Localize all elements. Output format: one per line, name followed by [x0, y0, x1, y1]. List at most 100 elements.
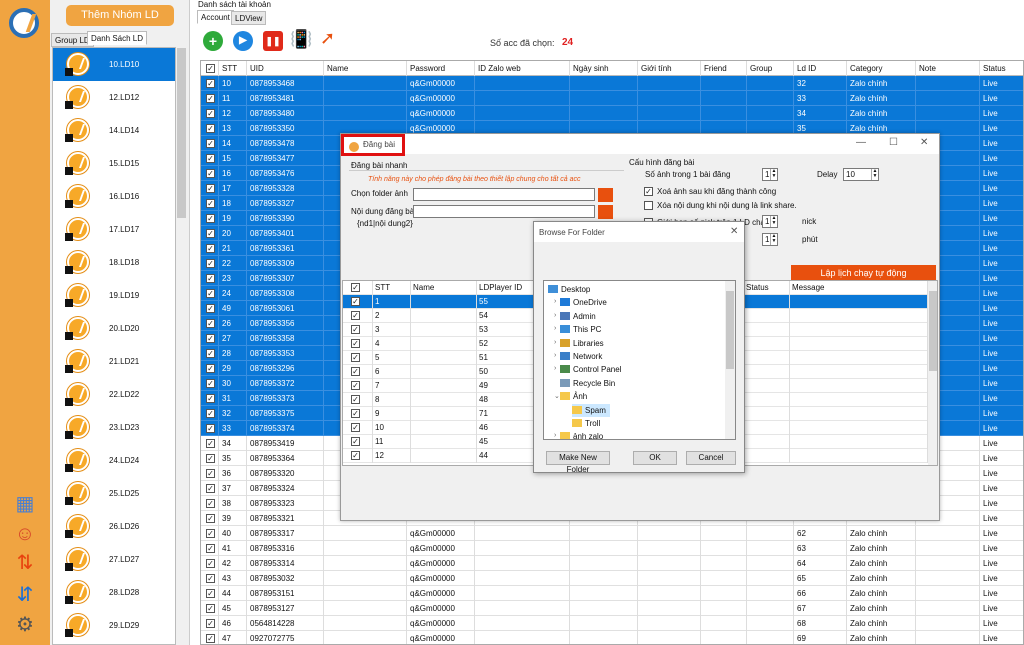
folder-tree-item[interactable]: Ảnh [560, 390, 587, 403]
row-checkbox[interactable]: ✓ [206, 289, 215, 298]
folder-tree-scrollbar[interactable] [725, 281, 735, 439]
row-checkbox[interactable]: ✓ [206, 139, 215, 148]
tab-ldview[interactable]: LDView [231, 11, 267, 25]
schedule-icon[interactable]: ▦ [10, 489, 40, 519]
column-header[interactable]: UID [247, 61, 324, 76]
table-row[interactable]: ✓ 47 0927072775 q&Gm00000 69 Zalo chính Live [201, 631, 1023, 644]
row-checkbox[interactable]: ✓ [351, 325, 360, 334]
ld-list-item[interactable]: 17.LD17 [53, 213, 175, 246]
tab-ld-list[interactable]: Danh Sách LD [87, 31, 148, 45]
make-new-folder-button[interactable]: Make New Folder [546, 451, 610, 474]
ld-list-item[interactable]: 20.LD20 [53, 312, 175, 345]
add-group-button[interactable]: Thêm Nhóm LD [66, 5, 174, 26]
close-icon[interactable]: ✕ [920, 137, 928, 148]
expand-arrow-icon[interactable]: › [554, 432, 556, 439]
expand-arrow-icon[interactable]: ⌄ [554, 392, 560, 400]
column-header[interactable]: Status [980, 61, 1023, 76]
ld-list-item[interactable]: 10.LD10 [53, 48, 175, 81]
expand-arrow-icon[interactable]: › [554, 325, 556, 332]
expand-arrow-icon[interactable]: › [554, 298, 556, 305]
spin-arrows-icon[interactable]: ▲ ▼ [770, 169, 777, 180]
cursor-click-icon[interactable]: ➚ [320, 28, 335, 49]
schedule-button[interactable]: Lập lịch chạy tự động [791, 265, 936, 281]
row-checkbox[interactable]: ✓ [206, 409, 215, 418]
settings-icon[interactable]: ⚙ [10, 610, 40, 640]
ld-list-item[interactable]: 15.LD15 [53, 147, 175, 180]
cancel-button[interactable]: Cancel [686, 451, 736, 465]
row-checkbox[interactable]: ✓ [206, 229, 215, 238]
table-row[interactable]: ✓ 10 0878953468 q&Gm00000 32 Zalo chính Live [201, 76, 1023, 91]
row-checkbox[interactable]: ✓ [206, 79, 215, 88]
spin-arrows-icon[interactable]: ▲ ▼ [770, 234, 777, 245]
row-checkbox[interactable]: ✓ [351, 339, 360, 348]
column-header[interactable]: Ld ID [794, 61, 847, 76]
row-checkbox[interactable]: ✓ [206, 394, 215, 403]
close-icon[interactable]: ✕ [730, 226, 738, 237]
images-per-post-stepper[interactable]: 1 ▲ ▼ [762, 168, 778, 181]
row-checkbox[interactable]: ✓ [351, 451, 360, 460]
row-checkbox[interactable]: ✓ [206, 154, 215, 163]
sort-icon[interactable]: ⇵ [10, 580, 40, 610]
row-checkbox[interactable]: ✓ [206, 514, 215, 523]
row-checkbox[interactable]: ✓ [206, 184, 215, 193]
row-checkbox[interactable]: ✓ [351, 367, 360, 376]
expand-arrow-icon[interactable]: › [554, 339, 556, 346]
add-button[interactable]: + [203, 31, 223, 51]
folder-tree-item[interactable]: This PC [560, 323, 601, 336]
column-header[interactable]: Category [847, 61, 916, 76]
ld-list-item[interactable]: 16.LD16 [53, 180, 175, 213]
ld-list-item[interactable]: 19.LD19 [53, 279, 175, 312]
table-row[interactable]: ✓ 11 0878953481 q&Gm00000 33 Zalo chính Live [201, 91, 1023, 106]
row-checkbox[interactable]: ✓ [206, 94, 215, 103]
ld-list-item[interactable]: 18.LD18 [53, 246, 175, 279]
column-header[interactable]: Message [790, 281, 928, 295]
row-checkbox[interactable]: ✓ [206, 349, 215, 358]
row-checkbox[interactable]: ✓ [206, 214, 215, 223]
row-checkbox[interactable]: ✓ [206, 244, 215, 253]
table-row[interactable]: ✓ 41 0878953316 q&Gm00000 63 Zalo chính Live [201, 541, 1023, 556]
row-checkbox[interactable]: ✓ [351, 297, 360, 306]
delete-content-checkbox[interactable] [644, 201, 653, 210]
row-checkbox[interactable]: ✓ [351, 423, 360, 432]
ld-list-item[interactable]: 12.LD12 [53, 81, 175, 114]
row-checkbox[interactable]: ✓ [206, 304, 215, 313]
table-row[interactable]: ✓ 45 0878953127 q&Gm00000 67 Zalo chính Live [201, 601, 1023, 616]
column-header[interactable]: Friend [701, 61, 747, 76]
row-checkbox[interactable]: ✓ [206, 544, 215, 553]
post-table-scroll-thumb[interactable] [929, 291, 937, 371]
select-all-checkbox[interactable]: ✓ [351, 283, 360, 292]
minute-stepper[interactable]: 1 ▲ ▼ [762, 233, 778, 246]
content-input[interactable] [413, 205, 595, 218]
play-button[interactable]: ▶ [233, 31, 253, 51]
row-checkbox[interactable]: ✓ [206, 259, 215, 268]
row-checkbox[interactable]: ✓ [206, 319, 215, 328]
row-checkbox[interactable]: ✓ [206, 424, 215, 433]
ld-list-scroll-thumb[interactable] [177, 48, 186, 218]
column-header[interactable]: Password [407, 61, 475, 76]
row-checkbox[interactable]: ✓ [351, 311, 360, 320]
row-checkbox[interactable]: ✓ [206, 574, 215, 583]
folder-tree-item[interactable]: Troll [572, 417, 600, 430]
group-icon[interactable]: ☺ [10, 519, 40, 549]
row-checkbox[interactable]: ✓ [351, 437, 360, 446]
limit-nick-stepper[interactable]: 1 ▲ ▼ [762, 215, 778, 228]
content-browse-button[interactable] [598, 205, 613, 219]
row-checkbox[interactable]: ✓ [206, 364, 215, 373]
maximize-icon[interactable]: ☐ [889, 137, 898, 148]
stop-button[interactable]: ❚❚ [263, 31, 283, 51]
ok-button[interactable]: OK [633, 451, 677, 465]
row-checkbox[interactable]: ✓ [206, 499, 215, 508]
column-header[interactable]: Name [324, 61, 407, 76]
row-checkbox[interactable]: ✓ [206, 439, 215, 448]
row-checkbox[interactable]: ✓ [351, 353, 360, 362]
expand-arrow-icon[interactable]: › [554, 352, 556, 359]
tab-account[interactable]: Account [197, 10, 234, 24]
ld-list-item[interactable]: 29.LD29 [53, 609, 175, 642]
row-checkbox[interactable]: ✓ [206, 619, 215, 628]
expand-arrow-icon[interactable]: › [554, 365, 556, 372]
delay-stepper[interactable]: 10 ▲ ▼ [843, 168, 879, 181]
column-header[interactable]: STT [219, 61, 247, 76]
row-checkbox[interactable]: ✓ [351, 381, 360, 390]
table-row[interactable]: ✓ 43 0878953032 q&Gm00000 65 Zalo chính Live [201, 571, 1023, 586]
ld-list-item[interactable]: 24.LD24 [53, 444, 175, 477]
